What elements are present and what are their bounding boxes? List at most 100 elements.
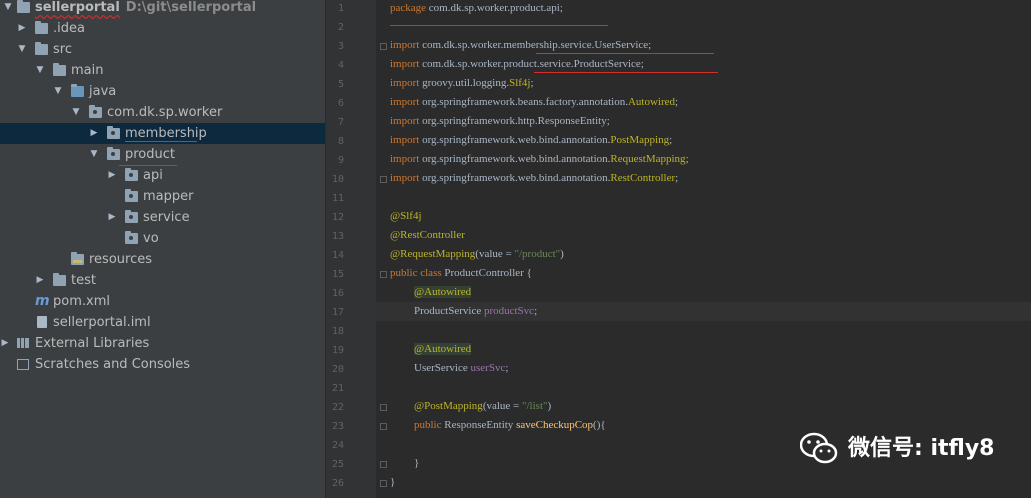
tree-item-sellerportal-iml[interactable]: sellerportal.iml (0, 312, 325, 333)
library-icon (17, 338, 29, 348)
tree-item-pom-xml[interactable]: m pom.xml (0, 291, 325, 312)
source-folder-icon (71, 84, 84, 97)
code-line-6: import org.springframework.beans.factory… (390, 96, 679, 108)
code-line-25: } (414, 457, 420, 469)
project-folder-icon (17, 0, 30, 13)
code-line-22: @PostMapping(value = "/list") (414, 400, 552, 412)
annotation-underline (119, 165, 177, 166)
code-editor[interactable]: package com.dk.sp.worker.product.api; im… (376, 0, 1031, 498)
expand-arrow-icon[interactable]: ▼ (3, 0, 13, 18)
tree-item-label: java (89, 84, 117, 99)
tree-item-label: Scratches and Consoles (35, 357, 191, 372)
file-icon (37, 316, 47, 328)
folder-icon (35, 42, 48, 55)
line-number: 13 (331, 231, 344, 242)
tree-item-sellerportal[interactable]: ▼ sellerportal D:\git\sellerportal (0, 0, 325, 18)
tree-item-mapper[interactable]: mapper (0, 186, 325, 207)
tree-item-label: vo (143, 231, 159, 246)
expand-arrow-icon[interactable]: ▶ (89, 123, 99, 144)
annotation-underline (125, 141, 197, 142)
tree-item-vo[interactable]: vo (0, 228, 325, 249)
code-line-10: import org.springframework.web.bind.anno… (390, 172, 679, 184)
line-number: 14 (331, 250, 344, 261)
expand-arrow-icon[interactable]: ▼ (89, 144, 99, 165)
maven-icon: m (35, 293, 50, 309)
expand-arrow-icon[interactable]: ▶ (0, 333, 10, 354)
tree-item-api[interactable]: ▶ api (0, 165, 325, 186)
line-number: 11 (331, 193, 344, 204)
code-line-14: @RequestMapping(value = "/product") (390, 248, 564, 260)
code-line-5: import groovy.util.logging.Slf4j; (390, 77, 534, 89)
line-number: 12 (331, 212, 344, 223)
tree-item-idea[interactable]: ▶ .idea (0, 18, 325, 39)
annotation-underline (536, 53, 714, 54)
tree-item-label: mapper (143, 189, 194, 204)
code-line-7: import org.springframework.http.Response… (390, 115, 610, 127)
tree-item-scratches[interactable]: Scratches and Consoles (0, 354, 325, 375)
line-number: 17 (331, 307, 344, 318)
line-number: 4 (337, 60, 344, 71)
line-number: 9 (337, 155, 344, 166)
expand-arrow-icon[interactable]: ▶ (107, 165, 117, 186)
expand-arrow-icon[interactable]: ▼ (53, 81, 63, 102)
line-number: 3 (337, 41, 344, 52)
tree-item-product[interactable]: ▼ product (0, 144, 325, 165)
tree-item-label: service (143, 210, 190, 225)
package-icon (89, 105, 102, 118)
expand-arrow-icon[interactable]: ▶ (17, 18, 27, 39)
tree-item-label: com.dk.sp.worker (107, 105, 223, 120)
line-number: 26 (331, 478, 344, 489)
annotation-underline (534, 72, 718, 73)
line-number: 6 (337, 98, 344, 109)
tree-item-label: sellerportal D:\git\sellerportal (35, 0, 257, 15)
package-icon (107, 147, 120, 160)
tree-item-main[interactable]: ▼ main (0, 60, 325, 81)
tree-item-label: src (53, 42, 72, 57)
expand-arrow-icon[interactable]: ▶ (35, 270, 45, 291)
tree-item-label: sellerportal.iml (53, 315, 151, 330)
tree-item-service[interactable]: ▶ service (0, 207, 325, 228)
scratch-icon (17, 359, 29, 370)
tree-item-label: resources (89, 252, 153, 267)
code-line-17: ProductService productSvc; (414, 305, 538, 317)
folder-icon (53, 63, 66, 76)
tree-item-com-dk-sp-worker[interactable]: ▼ com.dk.sp.worker (0, 102, 325, 123)
tree-item-label: main (71, 63, 104, 78)
tree-item-external-libraries[interactable]: ▶ External Libraries (0, 333, 325, 354)
line-number: 20 (331, 364, 344, 375)
line-number: 5 (337, 79, 344, 90)
line-number: 2 (337, 22, 344, 33)
tree-item-java[interactable]: ▼ java (0, 81, 325, 102)
folder-icon (53, 273, 66, 286)
expand-arrow-icon[interactable]: ▼ (35, 60, 45, 81)
code-line-20: UserService userSvc; (414, 362, 509, 374)
code-line-8: import org.springframework.web.bind.anno… (390, 134, 673, 146)
line-number: 1 (337, 3, 344, 14)
expand-arrow-icon[interactable]: ▼ (71, 102, 81, 123)
tree-item-label: test (71, 273, 96, 288)
line-number: 22 (331, 402, 344, 413)
resources-folder-icon (71, 252, 84, 265)
code-line-12: @Slf4j (390, 210, 422, 222)
line-number: 10 (331, 174, 344, 185)
line-number: 19 (331, 345, 344, 356)
code-line-13: @RestController (390, 229, 465, 241)
code-line-16: @Autowired (414, 286, 472, 298)
line-number: 25 (331, 459, 344, 470)
package-icon (125, 231, 138, 244)
package-icon (125, 168, 138, 181)
watermark-text: 微信号: itfly8 (848, 436, 995, 461)
code-line-26: } (390, 476, 396, 488)
code-line-19: @Autowired (414, 343, 472, 355)
line-number: 7 (337, 117, 344, 128)
line-number: 18 (331, 326, 344, 337)
expand-arrow-icon[interactable]: ▼ (17, 39, 27, 60)
tree-item-resources[interactable]: resources (0, 249, 325, 270)
expand-arrow-icon[interactable]: ▶ (107, 207, 117, 228)
tree-item-test[interactable]: ▶ test (0, 270, 325, 291)
folder-icon (35, 21, 48, 34)
package-icon (107, 126, 120, 139)
tree-item-src[interactable]: ▼ src (0, 39, 325, 60)
line-number: 15 (331, 269, 344, 280)
project-tree-panel: ▼ sellerportal D:\git\sellerportal ▶ .ide… (0, 0, 325, 498)
